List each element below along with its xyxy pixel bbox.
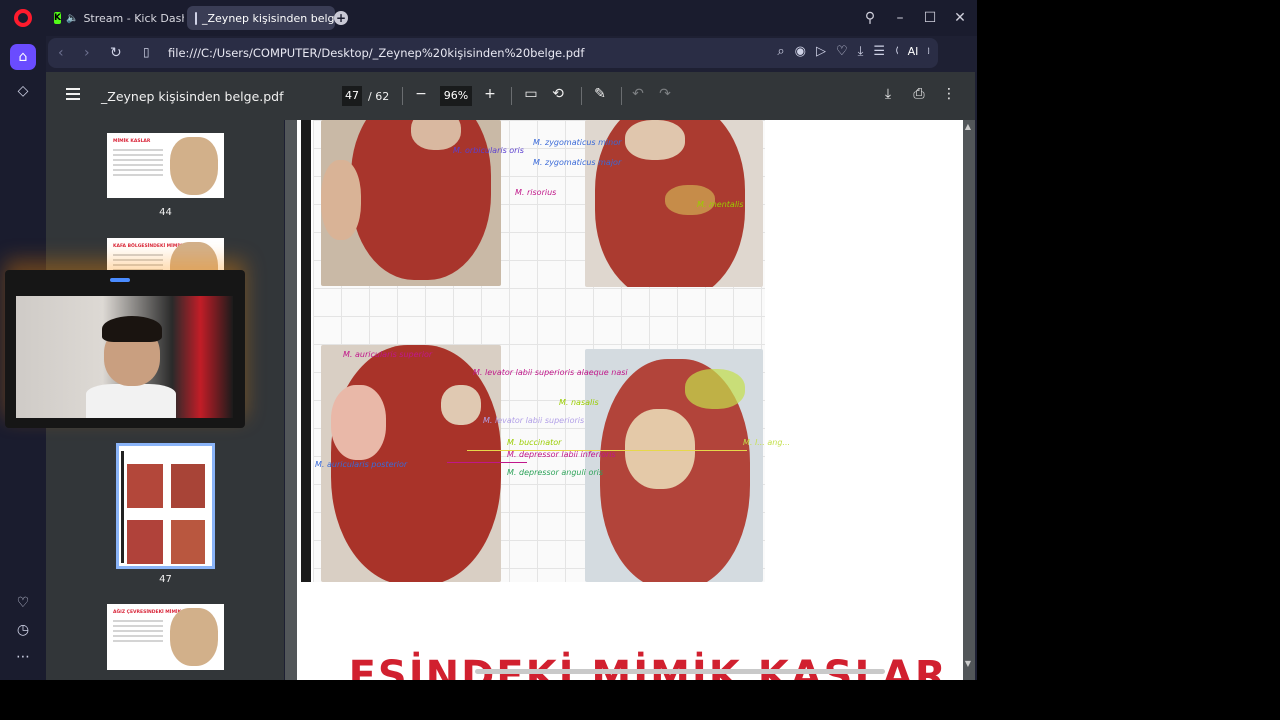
url-text: file:///C:/Users/COMPUTER/Desktop/_Zeyne…	[168, 46, 585, 60]
pdf-viewer[interactable]: M. orbicularis oris M. zygomaticus minor…	[285, 120, 975, 680]
label-depressor-labii-inferioris: M. depressor labii inferioris	[507, 450, 616, 459]
more-icon[interactable]: ⋯	[10, 644, 36, 670]
ai-button[interactable]: AI	[898, 38, 928, 66]
label-auricularis-posterior: M. auricularis posterior	[315, 460, 408, 469]
file-icon: ▯	[143, 45, 150, 59]
thumbnail-page-48[interactable]: AĞIZ ÇEVRESİNDEKİ MİMİK KASLAR	[107, 604, 224, 670]
heart-icon[interactable]: ♡	[10, 590, 36, 616]
pdf-page-47: M. orbicularis oris M. zygomaticus minor…	[297, 120, 963, 593]
photo-head-model-1	[321, 120, 501, 286]
page-total: / 62	[368, 90, 390, 103]
menu-icon[interactable]	[66, 88, 80, 100]
thumbnail-page-44[interactable]: MİMİK KASLAR	[107, 133, 224, 198]
camera-icon[interactable]: ◉	[795, 44, 806, 59]
horizontal-scrollbar[interactable]	[475, 669, 885, 674]
minimize-button[interactable]: –	[891, 9, 909, 27]
search-icon[interactable]: ⚲	[861, 9, 879, 27]
thumbnail-image	[171, 464, 205, 508]
pdf-page-48: ...ESİNDEKİ MİMİK KASLAR	[297, 593, 963, 680]
undo-icon[interactable]: ↶	[629, 86, 647, 102]
tab-label: _Zeynep kişisinden belge.	[202, 11, 335, 25]
zoom-out-icon[interactable]: −	[412, 86, 430, 102]
label-levator-labii-alaeque-nasi: M. levator labii superioris alaeque nasi	[473, 368, 628, 377]
kick-icon: K	[54, 12, 61, 24]
tab-label: Stream - Kick Dashboa	[83, 11, 184, 25]
pdf-toolbar: _Zeynep kişisinden belge.pdf 47 / 62 − 9…	[46, 72, 975, 120]
send-icon[interactable]: ▷	[816, 44, 826, 59]
print-icon[interactable]: ⎙	[910, 86, 928, 102]
address-bar: ‹ › ↻ ▯ file:///C:/Users/COMPUTER/Deskto…	[46, 36, 977, 69]
search-page-icon[interactable]: ⌕	[777, 44, 784, 59]
notebook-binding	[301, 120, 311, 582]
label-buccinator: M. buccinator	[507, 438, 562, 447]
forward-icon[interactable]: ›	[84, 45, 90, 61]
tab-pdf-document[interactable]: _Zeynep kişisinden belge.	[187, 6, 335, 30]
download-icon[interactable]: ⤓	[858, 44, 864, 59]
page-heading: ...ESİNDEKİ MİMİK KASLAR	[297, 653, 948, 680]
thumbnail-image	[170, 608, 218, 666]
close-button[interactable]: ✕	[951, 9, 969, 27]
reload-icon[interactable]: ↻	[110, 45, 122, 61]
pdf-icon	[195, 11, 197, 25]
fit-page-icon[interactable]: ▭	[522, 86, 540, 102]
photo-head-model-4	[585, 349, 763, 582]
label-zygomaticus-major: M. zygomaticus major	[533, 158, 622, 167]
label-mentalis: M. mentalis	[697, 200, 744, 209]
label-risorius: M. risorius	[515, 188, 557, 197]
pinboard-icon[interactable]: ◇	[10, 78, 36, 104]
thumbnail-page-number: 47	[159, 574, 172, 585]
maximize-button[interactable]: ☐	[921, 9, 939, 27]
webcam-feed	[16, 296, 233, 418]
document-title: _Zeynep kişisinden belge.pdf	[101, 89, 284, 104]
divider	[511, 87, 512, 105]
tab-kick-dashboard[interactable]: K 🔈 Stream - Kick Dashboa	[46, 6, 184, 30]
settings-sliders-icon[interactable]: ☰	[873, 44, 885, 59]
thumbnail-image	[171, 520, 205, 564]
browser-window: K 🔈 Stream - Kick Dashboa _Zeynep kişisi…	[0, 0, 977, 680]
thumbnail-binding	[121, 451, 124, 563]
scroll-down-icon[interactable]: ▼	[965, 659, 971, 668]
scroll-up-icon[interactable]: ▲	[965, 122, 971, 131]
new-tab-button[interactable]: +	[334, 11, 348, 25]
divider	[402, 87, 403, 105]
label-depressor-anguli-oris: M. depressor anguli oris	[507, 468, 604, 477]
divider	[621, 87, 622, 105]
label-orbicularis-oris: M. orbicularis oris	[453, 146, 524, 155]
thumbnail-image	[170, 137, 218, 195]
speaker-icon[interactable]: 🔈	[66, 13, 78, 24]
history-icon[interactable]: ◷	[10, 617, 36, 643]
url-field[interactable]: ‹ › ↻ ▯ file:///C:/Users/COMPUTER/Deskto…	[48, 38, 938, 68]
thumbnail-image	[127, 464, 163, 508]
divider	[581, 87, 582, 105]
thumbnail-page-47-selected[interactable]	[116, 443, 215, 569]
zoom-input[interactable]: 96%	[440, 86, 472, 106]
label-right-cut: M. l... ang...	[743, 438, 791, 447]
rotate-icon[interactable]: ⟲	[549, 86, 567, 102]
thumbnail-image	[127, 520, 163, 564]
pointer-line	[447, 462, 527, 463]
camera-indicator	[110, 278, 130, 282]
redo-icon[interactable]: ↷	[656, 86, 674, 102]
tab-bar: K 🔈 Stream - Kick Dashboa _Zeynep kişisi…	[0, 0, 977, 36]
more-options-icon[interactable]: ⋮	[940, 86, 958, 102]
label-levator-labii-superioris: M. levator labii superioris	[483, 416, 585, 425]
webcam-overlay[interactable]	[5, 270, 245, 428]
ai-label: AI	[907, 45, 919, 58]
label-zygomaticus-minor: M. zygomaticus minor	[533, 138, 622, 147]
back-icon[interactable]: ‹	[58, 45, 64, 61]
page-number-input[interactable]: 47	[342, 86, 362, 106]
pointer-line	[467, 450, 747, 451]
download-pdf-icon[interactable]: ⤓	[879, 86, 897, 102]
opera-logo-icon[interactable]	[14, 9, 32, 27]
zoom-in-icon[interactable]: +	[481, 86, 499, 102]
thumbnail-page-number: 44	[159, 207, 172, 218]
heart-bookmark-icon[interactable]: ♡	[836, 44, 848, 59]
annotate-icon[interactable]: ✎	[591, 86, 609, 102]
label-auricularis-superior: M. auricularis superior	[343, 350, 433, 359]
label-nasalis: M. nasalis	[559, 398, 599, 407]
home-icon[interactable]: ⌂	[10, 44, 36, 70]
